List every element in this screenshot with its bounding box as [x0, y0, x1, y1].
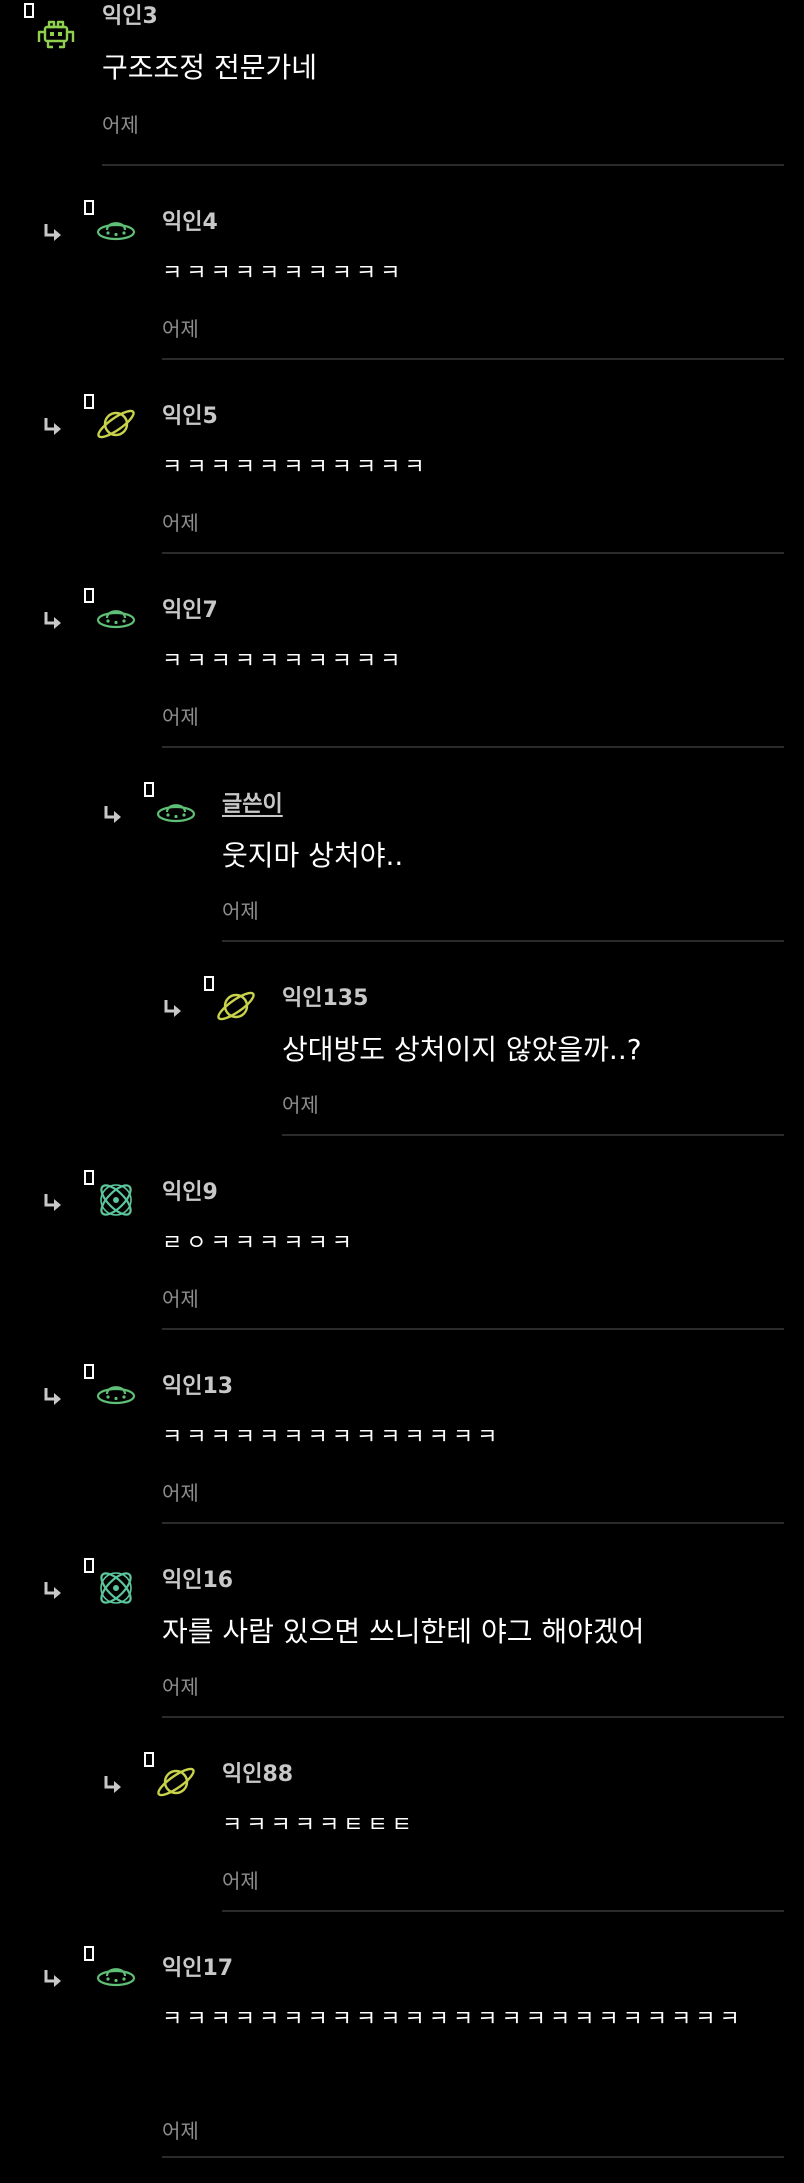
reply-arrow-icon: [102, 804, 124, 826]
reply-arrow-icon: [42, 1386, 64, 1408]
comment-item: 익인4 ㅋㅋㅋㅋㅋㅋㅋㅋㅋㅋ 어제: [0, 194, 804, 360]
comment-text: 상대방도 상처이지 않았을까..?: [282, 1033, 642, 1066]
comment-author[interactable]: 익인4: [162, 206, 218, 240]
comment-item: 익인9 ㄹㅇㅋㅋㅋㅋㅋㅋ 어제: [0, 1164, 804, 1330]
comment-item: 익인135 상대방도 상처이지 않았을까..? 어제: [0, 970, 804, 1136]
comment-text: ㅋㅋㅋㅋㅋㅋㅋㅋㅋㅋㅋㅋㅋㅋ: [162, 1425, 502, 1450]
comment-author[interactable]: 글쓴이: [222, 788, 283, 822]
planet-icon: [94, 402, 138, 446]
comment-text: ㅋㅋㅋㅋㅋㅋㅋㅋㅋㅋ: [162, 261, 405, 286]
comment-timestamp: 어제: [222, 1869, 259, 1893]
comment-timestamp: 어제: [162, 1481, 199, 1505]
reply-arrow-icon: [42, 1192, 64, 1214]
comment-timestamp: 어제: [162, 317, 199, 341]
comment-timestamp: 어제: [162, 1675, 199, 1699]
notification-badge-icon: [84, 1558, 94, 1573]
comment-item: 익인16 자를 사람 있으면 쓰니한테 야그 해야겠어어제: [0, 1552, 804, 1718]
comment-divider: [222, 940, 784, 942]
notification-badge-icon: [84, 394, 94, 409]
comment-divider: [162, 358, 784, 360]
comment-author[interactable]: 익인9: [162, 1176, 218, 1210]
atom-icon: [94, 1178, 138, 1222]
comment-text: ㅋㅋㅋㅋㅋㅋㅋㅋㅋㅋㅋ: [162, 455, 429, 480]
comment-divider: [282, 1134, 784, 1136]
comment-author[interactable]: 익인88: [222, 1758, 293, 1792]
comment-author[interactable]: 익인135: [282, 982, 368, 1016]
comment-timestamp: 어제: [222, 899, 259, 923]
comment-timestamp: 어제: [162, 1287, 199, 1311]
comment-divider: [222, 1910, 784, 1912]
notification-badge-icon: [84, 1946, 94, 1961]
reply-arrow-icon: [42, 610, 64, 632]
notification-badge-icon: [144, 1752, 154, 1767]
reply-arrow-icon: [42, 416, 64, 438]
comment-timestamp: 어제: [162, 705, 199, 729]
comment-text: ㅋㅋㅋㅋㅋㅋㅋㅋㅋㅋ: [162, 649, 405, 674]
reply-arrow-icon: [162, 998, 184, 1020]
comment-divider: [102, 164, 784, 166]
ufo-icon: [154, 790, 198, 834]
comment-author[interactable]: 익인7: [162, 594, 218, 628]
comment-text: ㅋㅋㅋㅋㅋㅋㅋㅋㅋㅋㅋㅋㅋㅋㅋㅋㅋㅋㅋㅋㅋㅋㅋㅋ: [162, 2007, 744, 2032]
reply-arrow-icon: [42, 222, 64, 244]
comment-list: 익인3 구조조정 전문가네어제 익인4 ㅋㅋㅋㅋㅋㅋㅋㅋㅋㅋ 어제 익인5 ㅋㅋㅋㅋㅋㅋ…: [0, 0, 804, 2183]
comment-author[interactable]: 익인13: [162, 1370, 233, 1404]
ufo-icon: [94, 596, 138, 640]
comment-author[interactable]: 익인5: [162, 400, 218, 434]
comment-item: 익인13 ㅋㅋㅋㅋㅋㅋㅋㅋㅋㅋㅋㅋㅋㅋ 어제: [0, 1358, 804, 1524]
reply-arrow-icon: [42, 1968, 64, 1990]
ufo-icon: [94, 208, 138, 252]
comment-item: 글쓴이웃지마 상처야.. 어제: [0, 776, 804, 942]
planet-icon: [214, 984, 258, 1028]
comment-text: 웃지마 상처야..: [222, 839, 404, 872]
comment-text: 자를 사람 있으면 쓰니한테 야그 해야겠어: [162, 1615, 645, 1648]
reply-arrow-icon: [102, 1774, 124, 1796]
comment-item: 익인7 ㅋㅋㅋㅋㅋㅋㅋㅋㅋㅋ 어제: [0, 582, 804, 748]
comment-author[interactable]: 익인17: [162, 1952, 233, 1986]
notification-badge-icon: [204, 976, 214, 991]
comment-text: ㅋㅋㅋㅋㅋㅌㅌㅌ: [222, 1813, 416, 1838]
comment-divider: [162, 1716, 784, 1718]
notification-badge-icon: [84, 200, 94, 215]
comment-timestamp: 어제: [162, 2119, 199, 2143]
comment-divider: [162, 1522, 784, 1524]
comment-timestamp: 어제: [162, 511, 199, 535]
ufo-icon: [94, 1372, 138, 1416]
notification-badge-icon: [84, 588, 94, 603]
comment-timestamp: 어제: [282, 1093, 319, 1117]
notification-badge-icon: [24, 3, 34, 18]
comment-item: 익인3 구조조정 전문가네어제: [0, 0, 804, 166]
comment-divider: [162, 1328, 784, 1330]
comment-author[interactable]: 익인16: [162, 1564, 233, 1598]
notification-badge-icon: [84, 1364, 94, 1379]
comment-text: 구조조정 전문가네: [102, 51, 317, 84]
comment-divider: [162, 552, 784, 554]
planet-icon: [154, 1760, 198, 1804]
atom-icon: [94, 1566, 138, 1610]
comment-text: ㄹㅇㅋㅋㅋㅋㅋㅋ: [162, 1231, 356, 1256]
comment-item: 익인5 ㅋㅋㅋㅋㅋㅋㅋㅋㅋㅋㅋ 어제: [0, 388, 804, 554]
reply-arrow-icon: [42, 1580, 64, 1602]
comment-divider: [162, 2156, 784, 2158]
space-invader-icon: [34, 14, 78, 58]
ufo-icon: [94, 1954, 138, 1998]
notification-badge-icon: [84, 1170, 94, 1185]
comment-author[interactable]: 익인3: [102, 0, 158, 34]
comment-item: 익인88 ㅋㅋㅋㅋㅋㅌㅌㅌ 어제: [0, 1746, 804, 1912]
comment-item: 익인17 ㅋㅋㅋㅋㅋㅋㅋㅋㅋㅋㅋㅋㅋㅋㅋㅋㅋㅋㅋㅋㅋㅋㅋㅋ 어제: [0, 1940, 804, 2158]
comment-divider: [162, 746, 784, 748]
comment-timestamp: 어제: [102, 113, 139, 137]
notification-badge-icon: [144, 782, 154, 797]
